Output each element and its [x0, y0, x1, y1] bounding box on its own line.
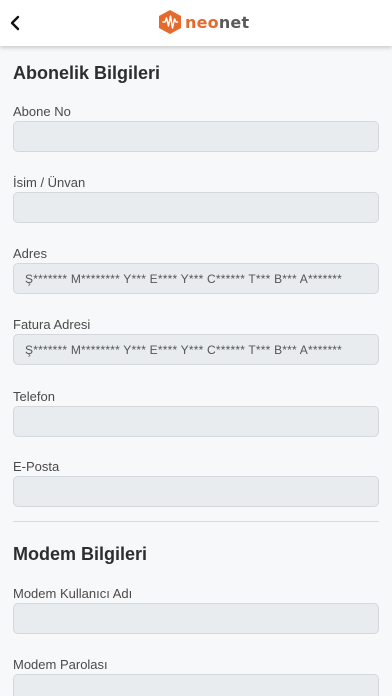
neonet-hexagon-icon: [159, 10, 181, 34]
modem-password-field[interactable]: [13, 674, 379, 696]
email-field[interactable]: [13, 476, 379, 507]
address-field[interactable]: Ş******* M******** Y*** E**** Y*** C****…: [13, 263, 379, 294]
back-button[interactable]: [4, 10, 26, 36]
modem-password-label: Modem Parolası: [13, 657, 108, 672]
subscriber-no-label: Abone No: [13, 104, 71, 119]
logo-text-rest: net: [218, 12, 250, 32]
chevron-left-icon: [10, 15, 20, 31]
name-field[interactable]: [13, 192, 379, 223]
neonet-logo: neonet: [158, 9, 249, 35]
invoice-address-field[interactable]: Ş******* M******** Y*** E**** Y*** C****…: [13, 334, 379, 365]
address-label: Adres: [13, 246, 47, 261]
modem-username-field[interactable]: [13, 603, 379, 634]
subscription-section-title: Abonelik Bilgileri: [13, 63, 161, 83]
logo-text: neonet: [185, 13, 249, 32]
logo-text-accent: neo: [185, 12, 219, 32]
email-label: E-Posta: [13, 459, 60, 474]
phone-field[interactable]: [13, 406, 379, 437]
phone-label: Telefon: [13, 389, 55, 404]
section-divider: [13, 521, 379, 522]
subscriber-no-field[interactable]: [13, 121, 379, 152]
invoice-address-label: Fatura Adresi: [13, 317, 91, 332]
modem-username-label: Modem Kullanıcı Adı: [13, 586, 133, 601]
app-header: neonet: [0, 0, 392, 46]
modem-section-title: Modem Bilgileri: [13, 544, 148, 564]
name-label: İsim / Ünvan: [13, 175, 86, 190]
